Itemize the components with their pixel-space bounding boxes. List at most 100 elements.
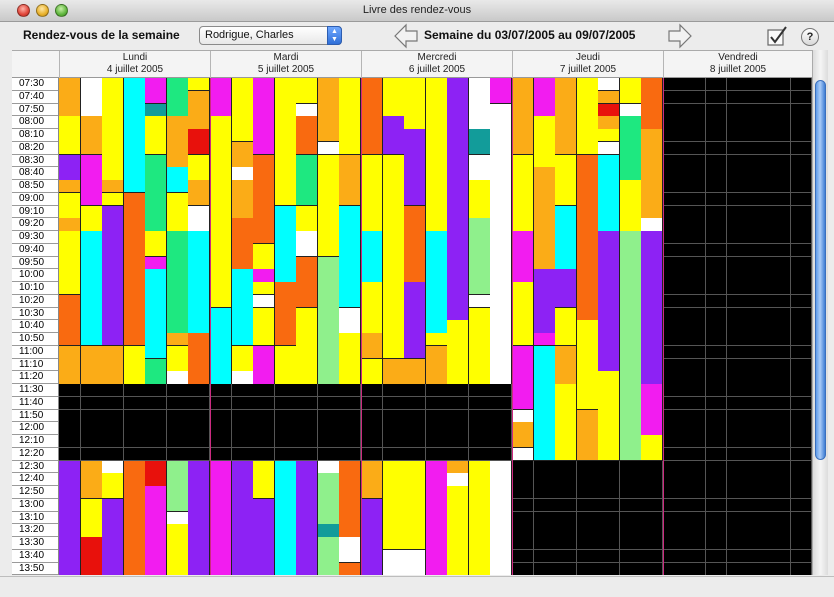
appointment-slot[interactable] <box>705 460 728 474</box>
appointment-slot[interactable] <box>598 103 621 117</box>
appointment-slot[interactable] <box>253 231 276 245</box>
appointment-slot[interactable] <box>598 537 621 551</box>
appointment-slot[interactable] <box>296 511 319 525</box>
appointment-slot[interactable] <box>555 486 578 500</box>
appointment-slot[interactable] <box>339 422 362 436</box>
appointment-slot[interactable] <box>231 103 254 117</box>
appointment-slot[interactable] <box>490 358 513 372</box>
appointment-slot[interactable] <box>663 549 685 563</box>
appointment-slot[interactable] <box>339 486 362 500</box>
appointment-slot[interactable] <box>339 358 362 372</box>
appointment-slot[interactable] <box>705 320 728 334</box>
appointment-slot[interactable] <box>80 167 103 181</box>
appointment-slot[interactable] <box>145 498 168 512</box>
appointment-slot[interactable] <box>705 116 728 130</box>
appointment-slot[interactable] <box>512 562 535 575</box>
appointment-slot[interactable] <box>576 409 599 423</box>
appointment-slot[interactable] <box>663 90 685 104</box>
appointment-slot[interactable] <box>317 282 340 296</box>
appointment-slot[interactable] <box>296 129 319 143</box>
appointment-slot[interactable] <box>555 524 578 538</box>
appointment-slot[interactable] <box>382 435 405 449</box>
appointment-slot[interactable] <box>555 345 578 359</box>
appointment-slot[interactable] <box>512 269 535 283</box>
appointment-slot[interactable] <box>123 435 146 449</box>
appointment-slot[interactable] <box>705 333 728 347</box>
appointment-slot[interactable] <box>404 447 427 461</box>
appointment-slot[interactable] <box>253 371 276 385</box>
appointment-slot[interactable] <box>468 511 491 525</box>
appointment-slot[interactable] <box>790 282 812 296</box>
appointment-slot[interactable] <box>468 282 491 296</box>
appointment-slot[interactable] <box>490 269 513 283</box>
appointment-slot[interactable] <box>80 562 103 575</box>
appointment-slot[interactable] <box>102 129 125 143</box>
appointment-slot[interactable] <box>663 129 685 143</box>
appointment-slot[interactable] <box>253 243 276 257</box>
appointment-slot[interactable] <box>533 180 556 194</box>
appointment-slot[interactable] <box>102 141 125 155</box>
appointment-slot[interactable] <box>490 511 513 525</box>
appointment-slot[interactable] <box>533 333 556 347</box>
appointment-slot[interactable] <box>274 307 297 321</box>
appointment-slot[interactable] <box>619 345 642 359</box>
appointment-slot[interactable] <box>274 422 297 436</box>
appointment-slot[interactable] <box>684 371 707 385</box>
appointment-slot[interactable] <box>790 371 812 385</box>
appointment-slot[interactable] <box>598 154 621 168</box>
appointment-slot[interactable] <box>166 282 189 296</box>
appointment-slot[interactable] <box>769 371 792 385</box>
appointment-slot[interactable] <box>382 282 405 296</box>
appointment-slot[interactable] <box>123 231 146 245</box>
appointment-slot[interactable] <box>619 154 642 168</box>
appointment-slot[interactable] <box>555 473 578 487</box>
appointment-slot[interactable] <box>641 256 664 270</box>
appointment-slot[interactable] <box>576 256 599 270</box>
appointment-slot[interactable] <box>166 422 189 436</box>
appointment-slot[interactable] <box>317 294 340 308</box>
appointment-slot[interactable] <box>790 205 812 219</box>
appointment-slot[interactable] <box>404 333 427 347</box>
appointment-slot[interactable] <box>382 345 405 359</box>
appointment-slot[interactable] <box>166 371 189 385</box>
appointment-slot[interactable] <box>769 154 792 168</box>
appointment-slot[interactable] <box>748 282 770 296</box>
appointment-slot[interactable] <box>274 333 297 347</box>
appointment-slot[interactable] <box>748 371 770 385</box>
appointment-slot[interactable] <box>447 192 470 206</box>
appointment-slot[interactable] <box>490 294 513 308</box>
appointment-slot[interactable] <box>641 409 664 423</box>
appointment-slot[interactable] <box>80 256 103 270</box>
appointment-slot[interactable] <box>769 78 792 92</box>
appointment-slot[interactable] <box>210 486 233 500</box>
appointment-slot[interactable] <box>166 447 189 461</box>
appointment-slot[interactable] <box>166 243 189 257</box>
appointment-slot[interactable] <box>468 205 491 219</box>
appointment-slot[interactable] <box>382 218 405 232</box>
appointment-slot[interactable] <box>145 320 168 334</box>
appointment-slot[interactable] <box>684 345 707 359</box>
appointment-slot[interactable] <box>490 537 513 551</box>
appointment-slot[interactable] <box>748 294 770 308</box>
appointment-slot[interactable] <box>80 218 103 232</box>
appointment-slot[interactable] <box>382 154 405 168</box>
appointment-slot[interactable] <box>188 524 211 538</box>
appointment-slot[interactable] <box>726 537 749 551</box>
appointment-slot[interactable] <box>231 205 254 219</box>
appointment-slot[interactable] <box>533 282 556 296</box>
appointment-slot[interactable] <box>726 409 749 423</box>
appointment-slot[interactable] <box>317 307 340 321</box>
appointment-slot[interactable] <box>188 256 211 270</box>
appointment-slot[interactable] <box>641 90 664 104</box>
appointment-slot[interactable] <box>253 358 276 372</box>
appointment-slot[interactable] <box>317 498 340 512</box>
appointment-slot[interactable] <box>684 90 707 104</box>
appointment-slot[interactable] <box>705 129 728 143</box>
appointment-slot[interactable] <box>705 256 728 270</box>
appointment-slot[interactable] <box>748 78 770 92</box>
appointment-slot[interactable] <box>533 307 556 321</box>
appointment-slot[interactable] <box>512 129 535 143</box>
appointment-slot[interactable] <box>598 371 621 385</box>
appointment-slot[interactable] <box>705 511 728 525</box>
appointment-slot[interactable] <box>253 422 276 436</box>
